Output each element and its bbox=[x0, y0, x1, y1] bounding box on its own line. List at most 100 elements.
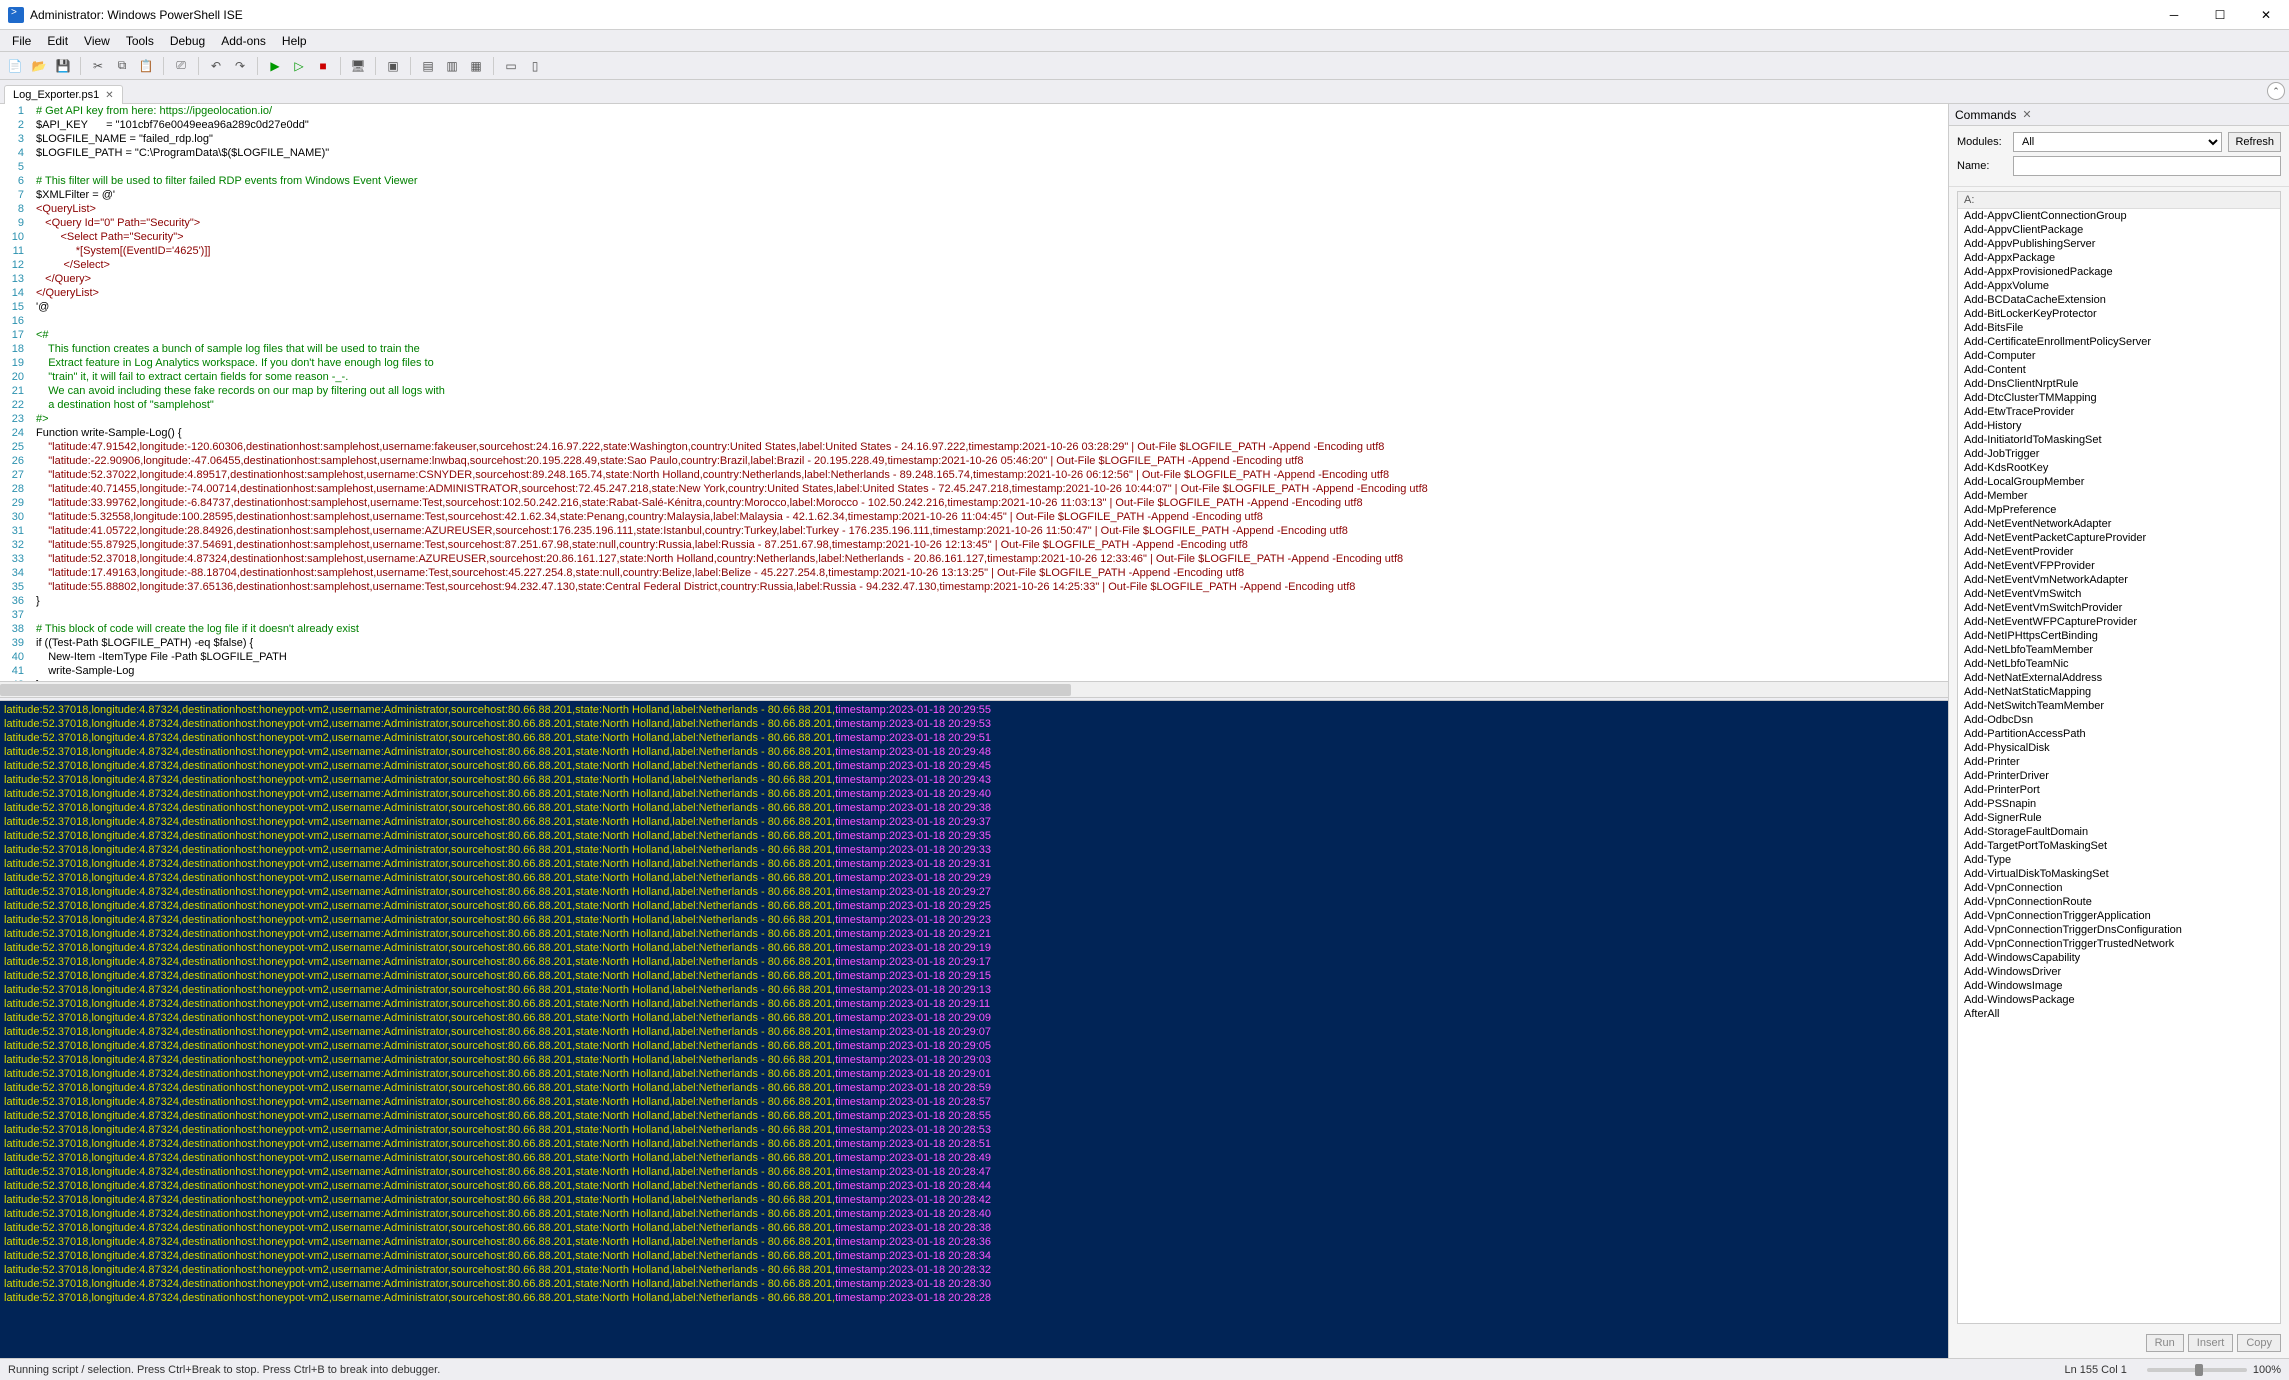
command-item[interactable]: Add-NetEventVmNetworkAdapter bbox=[1958, 573, 2280, 587]
show-command-addon-icon[interactable]: ▯ bbox=[524, 55, 546, 77]
maximize-button[interactable]: ☐ bbox=[2197, 0, 2243, 29]
command-item[interactable]: Add-BCDataCacheExtension bbox=[1958, 293, 2280, 307]
tab-script[interactable]: Log_Exporter.ps1 ✕ bbox=[4, 85, 123, 104]
command-item[interactable]: Add-NetNatStaticMapping bbox=[1958, 685, 2280, 699]
command-item[interactable]: Add-EtwTraceProvider bbox=[1958, 405, 2280, 419]
menu-help[interactable]: Help bbox=[274, 32, 315, 50]
command-item[interactable]: Add-History bbox=[1958, 419, 2280, 433]
command-item[interactable]: Add-VpnConnection bbox=[1958, 881, 2280, 895]
paste-icon[interactable]: 📋 bbox=[135, 55, 157, 77]
command-item[interactable]: Add-PrinterDriver bbox=[1958, 769, 2280, 783]
tab-close-icon[interactable]: ✕ bbox=[105, 90, 113, 101]
command-item[interactable]: Add-AppxProvisionedPackage bbox=[1958, 265, 2280, 279]
command-item[interactable]: Add-NetEventProvider bbox=[1958, 545, 2280, 559]
script-editor[interactable]: 1# Get API key from here: https://ipgeol… bbox=[0, 104, 1948, 681]
command-item[interactable]: Add-VirtualDiskToMaskingSet bbox=[1958, 867, 2280, 881]
menu-edit[interactable]: Edit bbox=[39, 32, 76, 50]
command-item[interactable]: Add-KdsRootKey bbox=[1958, 461, 2280, 475]
command-item[interactable]: Add-PhysicalDisk bbox=[1958, 741, 2280, 755]
new-icon[interactable]: 📄 bbox=[4, 55, 26, 77]
commands-list[interactable]: A: Add-AppvClientConnectionGroupAdd-Appv… bbox=[1957, 191, 2281, 1324]
insert-button[interactable]: Insert bbox=[2188, 1334, 2234, 1352]
redo-icon[interactable]: ↷ bbox=[229, 55, 251, 77]
command-item[interactable]: Add-WindowsDriver bbox=[1958, 965, 2280, 979]
command-item[interactable]: Add-WindowsPackage bbox=[1958, 993, 2280, 1007]
command-item[interactable]: Add-SignerRule bbox=[1958, 811, 2280, 825]
run-selection-icon[interactable]: ▷ bbox=[288, 55, 310, 77]
command-item[interactable]: Add-NetEventWFPCaptureProvider bbox=[1958, 615, 2280, 629]
copy-button[interactable]: Copy bbox=[2237, 1334, 2281, 1352]
menu-file[interactable]: File bbox=[4, 32, 39, 50]
command-item[interactable]: Add-Computer bbox=[1958, 349, 2280, 363]
command-item[interactable]: Add-BitsFile bbox=[1958, 321, 2280, 335]
commands-close-icon[interactable]: ✕ bbox=[2022, 108, 2031, 121]
refresh-button[interactable]: Refresh bbox=[2228, 132, 2281, 152]
open-icon[interactable]: 📂 bbox=[28, 55, 50, 77]
command-item[interactable]: Add-NetSwitchTeamMember bbox=[1958, 699, 2280, 713]
layout1-icon[interactable]: ▤ bbox=[417, 55, 439, 77]
command-item[interactable]: Add-CertificateEnrollmentPolicyServer bbox=[1958, 335, 2280, 349]
command-item[interactable]: Add-PrinterPort bbox=[1958, 783, 2280, 797]
command-item[interactable]: Add-JobTrigger bbox=[1958, 447, 2280, 461]
command-item[interactable]: Add-LocalGroupMember bbox=[1958, 475, 2280, 489]
command-item[interactable]: Add-AppvClientConnectionGroup bbox=[1958, 209, 2280, 223]
command-item[interactable]: Add-VpnConnectionTriggerApplication bbox=[1958, 909, 2280, 923]
clear-icon[interactable]: ⎚ bbox=[170, 55, 192, 77]
command-item[interactable]: Add-DnsClientNrptRule bbox=[1958, 377, 2280, 391]
command-item[interactable]: Add-WindowsCapability bbox=[1958, 951, 2280, 965]
command-item[interactable]: Add-PartitionAccessPath bbox=[1958, 727, 2280, 741]
layout2-icon[interactable]: ▥ bbox=[441, 55, 463, 77]
command-item[interactable]: Add-PSSnapin bbox=[1958, 797, 2280, 811]
copy-icon[interactable]: ⧉ bbox=[111, 55, 133, 77]
command-item[interactable]: Add-BitLockerKeyProtector bbox=[1958, 307, 2280, 321]
command-item[interactable]: Add-VpnConnectionTriggerDnsConfiguration bbox=[1958, 923, 2280, 937]
command-item[interactable]: Add-Member bbox=[1958, 489, 2280, 503]
modules-select[interactable]: All bbox=[2013, 132, 2222, 152]
command-item[interactable]: Add-WindowsImage bbox=[1958, 979, 2280, 993]
command-item[interactable]: Add-NetEventNetworkAdapter bbox=[1958, 517, 2280, 531]
menu-tools[interactable]: Tools bbox=[118, 32, 162, 50]
menu-view[interactable]: View bbox=[76, 32, 118, 50]
command-item[interactable]: Add-VpnConnectionTriggerTrustedNetwork bbox=[1958, 937, 2280, 951]
command-item[interactable]: Add-NetEventPacketCaptureProvider bbox=[1958, 531, 2280, 545]
command-item[interactable]: Add-AppxVolume bbox=[1958, 279, 2280, 293]
save-icon[interactable]: 💾 bbox=[52, 55, 74, 77]
command-item[interactable]: Add-NetEventVmSwitch bbox=[1958, 587, 2280, 601]
collapse-script-icon[interactable]: ⌃ bbox=[2267, 82, 2285, 100]
zoom-slider[interactable] bbox=[2147, 1368, 2247, 1372]
menu-debug[interactable]: Debug bbox=[162, 32, 213, 50]
command-item[interactable]: Add-NetEventVmSwitchProvider bbox=[1958, 601, 2280, 615]
command-item[interactable]: Add-VpnConnectionRoute bbox=[1958, 895, 2280, 909]
command-item[interactable]: Add-Type bbox=[1958, 853, 2280, 867]
command-item[interactable]: Add-Printer bbox=[1958, 755, 2280, 769]
command-item[interactable]: Add-Content bbox=[1958, 363, 2280, 377]
command-item[interactable]: Add-InitiatorIdToMaskingSet bbox=[1958, 433, 2280, 447]
command-item[interactable]: Add-NetNatExternalAddress bbox=[1958, 671, 2280, 685]
command-item[interactable]: Add-AppxPackage bbox=[1958, 251, 2280, 265]
command-item[interactable]: Add-OdbcDsn bbox=[1958, 713, 2280, 727]
minimize-button[interactable]: ─ bbox=[2151, 0, 2197, 29]
editor-hscrollbar[interactable] bbox=[0, 681, 1948, 697]
name-input[interactable] bbox=[2013, 156, 2281, 176]
cut-icon[interactable]: ✂ bbox=[87, 55, 109, 77]
command-item[interactable]: Add-DtcClusterTMMapping bbox=[1958, 391, 2280, 405]
command-item[interactable]: AfterAll bbox=[1958, 1007, 2280, 1021]
console-pane[interactable]: latitude:52.37018,longitude:4.87324,dest… bbox=[0, 701, 1948, 1358]
command-item[interactable]: Add-NetEventVFPProvider bbox=[1958, 559, 2280, 573]
command-item[interactable]: Add-AppvClientPackage bbox=[1958, 223, 2280, 237]
show-command-icon[interactable]: ▭ bbox=[500, 55, 522, 77]
command-item[interactable]: Add-StorageFaultDomain bbox=[1958, 825, 2280, 839]
command-item[interactable]: Add-TargetPortToMaskingSet bbox=[1958, 839, 2280, 853]
command-item[interactable]: Add-NetLbfoTeamMember bbox=[1958, 643, 2280, 657]
powershell-icon[interactable]: ▣ bbox=[382, 55, 404, 77]
new-remote-icon[interactable]: 🖥 bbox=[347, 55, 369, 77]
run-icon[interactable]: ▶ bbox=[264, 55, 286, 77]
command-item[interactable]: Add-NetIPHttpsCertBinding bbox=[1958, 629, 2280, 643]
command-item[interactable]: Add-AppvPublishingServer bbox=[1958, 237, 2280, 251]
stop-icon[interactable]: ■ bbox=[312, 55, 334, 77]
run-button[interactable]: Run bbox=[2146, 1334, 2184, 1352]
command-item[interactable]: Add-MpPreference bbox=[1958, 503, 2280, 517]
undo-icon[interactable]: ↶ bbox=[205, 55, 227, 77]
menu-add-ons[interactable]: Add-ons bbox=[213, 32, 274, 50]
layout3-icon[interactable]: ▦ bbox=[465, 55, 487, 77]
